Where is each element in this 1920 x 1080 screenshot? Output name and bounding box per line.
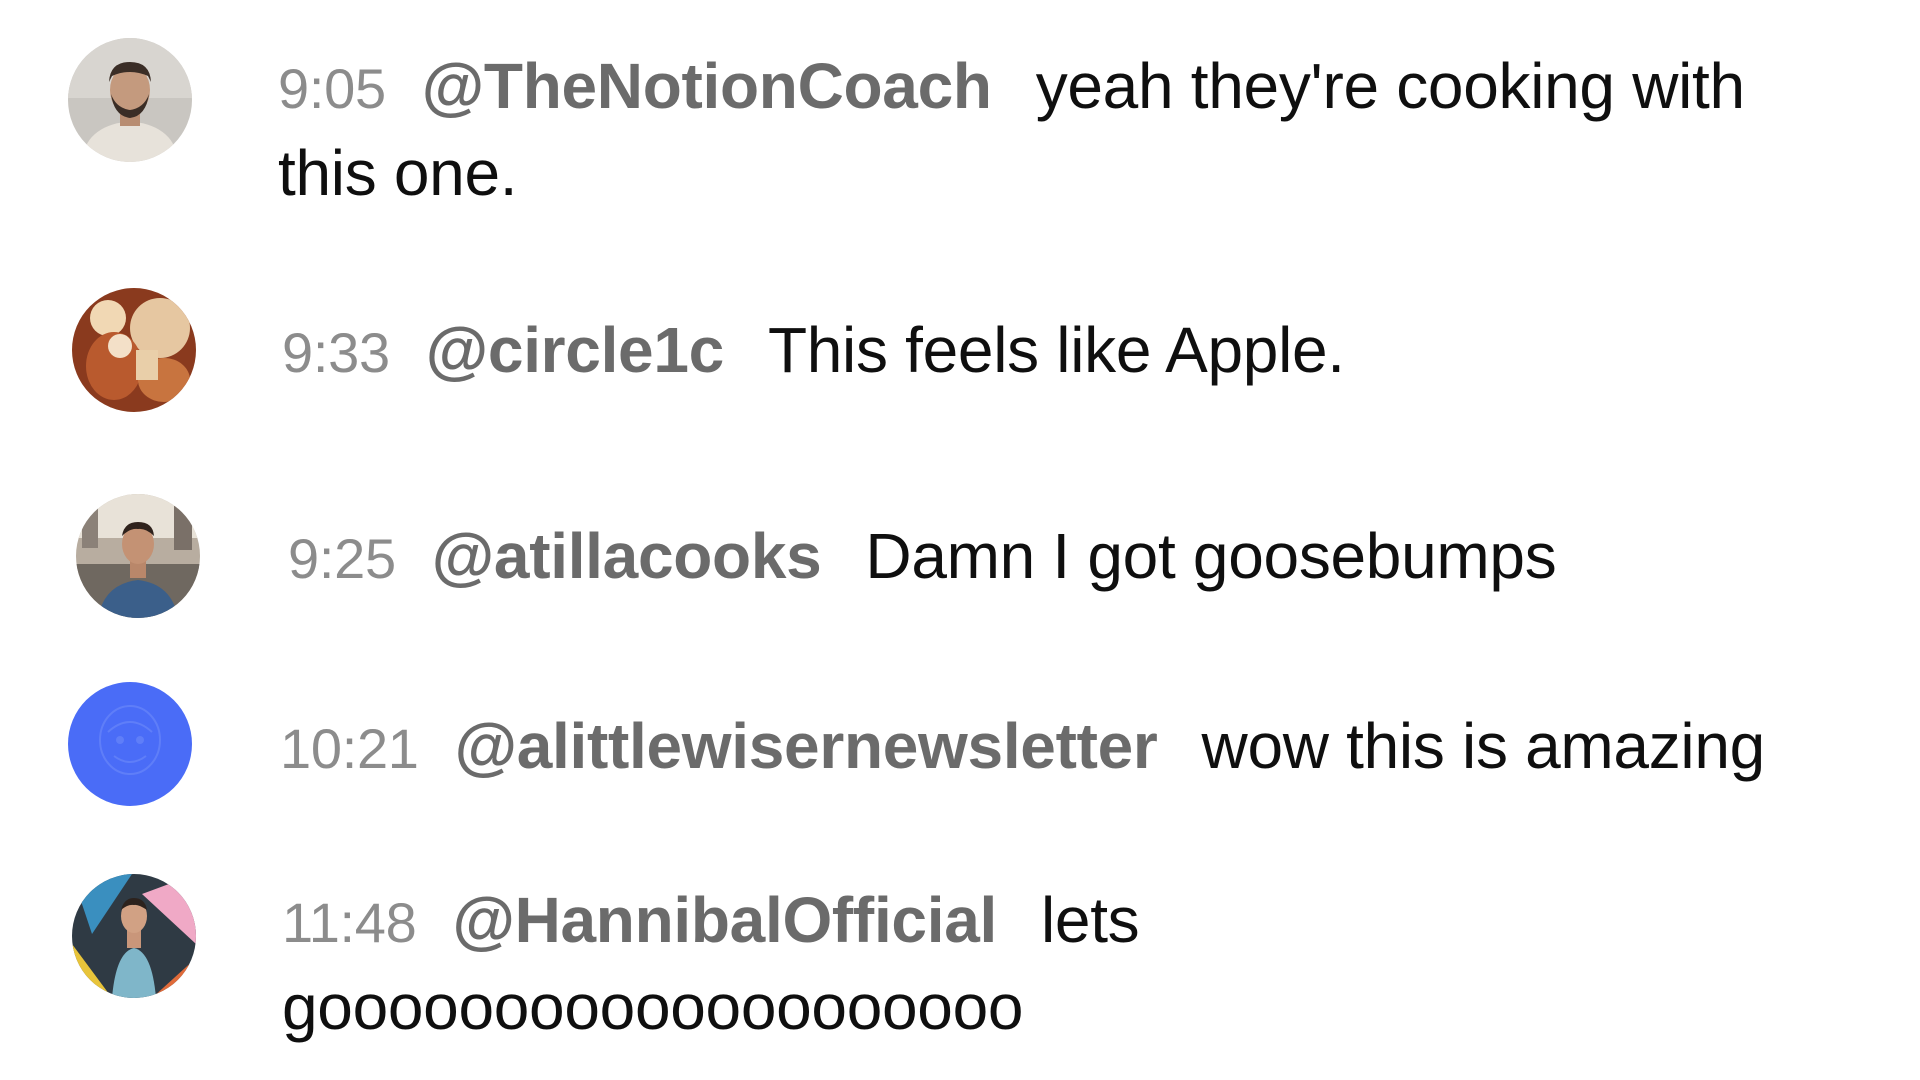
timestamp: 11:48 bbox=[282, 891, 417, 954]
message-text: Damn I got goosebumps bbox=[865, 520, 1557, 592]
avatar[interactable] bbox=[68, 38, 192, 162]
timestamp: 9:05 bbox=[278, 57, 386, 120]
timestamp: 9:25 bbox=[288, 527, 396, 590]
live-chat-list: 9:05 @TheNotionCoach yeah they're cooking … bbox=[0, 0, 1920, 1080]
author-name[interactable]: @alittlewisernewsletter bbox=[455, 710, 1158, 782]
timestamp: 9:33 bbox=[282, 321, 390, 384]
author-name[interactable]: @circle1c bbox=[426, 314, 724, 386]
author-name[interactable]: @TheNotionCoach bbox=[422, 50, 992, 122]
avatar[interactable] bbox=[72, 874, 196, 998]
message-content: 9:25 @atillacooks Damn I got goosebumps bbox=[288, 514, 1868, 601]
message-text: This feels like Apple. bbox=[767, 314, 1345, 386]
author-name[interactable]: @atillacooks bbox=[432, 520, 822, 592]
avatar[interactable] bbox=[68, 682, 192, 806]
avatar[interactable] bbox=[72, 288, 196, 412]
message-content: 9:05 @TheNotionCoach yeah they're cooking … bbox=[278, 44, 1858, 215]
author-name[interactable]: @HannibalOfficial bbox=[452, 884, 997, 956]
message-content: 9:33 @circle1c This feels like Apple. bbox=[282, 308, 1862, 395]
message-content: 10:21 @alittlewisernewsletter wow this is … bbox=[280, 704, 1860, 791]
avatar-man-mural-icon bbox=[72, 874, 196, 998]
timestamp: 10:21 bbox=[280, 717, 419, 780]
avatar-man-beard-icon bbox=[68, 38, 192, 162]
avatar[interactable] bbox=[76, 494, 200, 618]
avatar-photo-warm-icon bbox=[72, 288, 196, 412]
avatar-blue-sketch-icon bbox=[68, 682, 192, 806]
message-text: wow this is amazing bbox=[1201, 710, 1766, 782]
message-content: 11:48 @HannibalOfficial lets goooooooooooo… bbox=[282, 878, 1282, 1049]
avatar-man-street-icon bbox=[76, 494, 200, 618]
